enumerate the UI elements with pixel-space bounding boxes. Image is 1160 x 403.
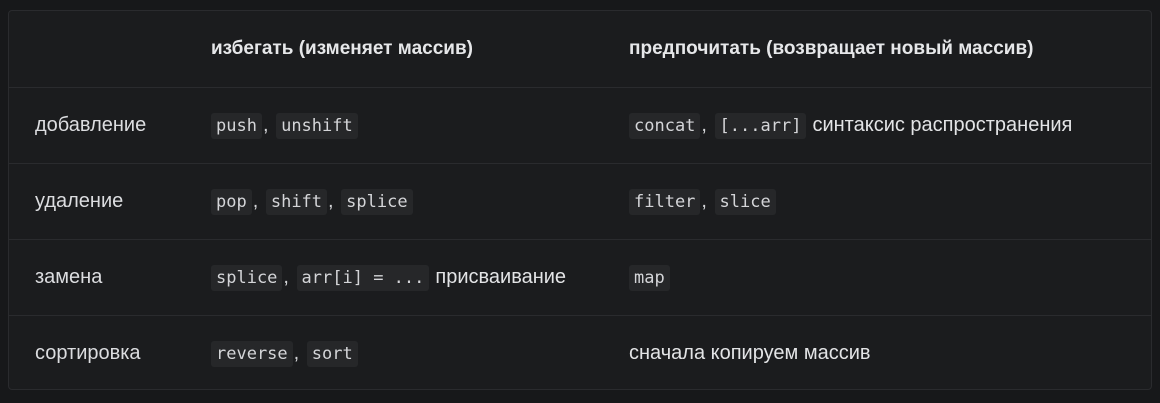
code-snippet: splice — [211, 264, 283, 291]
avoid-cell: push, unshift — [185, 87, 619, 164]
table-header-row: избегать (изменяет массив) предпочитать … — [9, 11, 1151, 88]
row-label: сортировка — [35, 341, 141, 364]
separator: , — [283, 265, 289, 288]
code-snippet: shift — [265, 188, 328, 215]
code-snippet: [...arr] — [714, 112, 807, 139]
prefer-cell: concat, [...arr] синтаксис распространени… — [619, 87, 1151, 164]
code-snippet: filter — [629, 188, 701, 215]
cell-text: синтаксис распространения — [812, 113, 1073, 136]
table-row: сортировка reverse, sort сначала копируе… — [9, 315, 1151, 389]
code-snippet: slice — [714, 188, 776, 215]
separator: , — [328, 189, 334, 212]
prefer-cell: map — [619, 239, 1151, 316]
avoid-cell: reverse, sort — [185, 315, 619, 389]
code-snippet: concat — [629, 112, 701, 139]
header-cell-avoid: избегать (изменяет массив) — [185, 11, 619, 88]
cell-text: присваивание — [435, 265, 567, 288]
separator: , — [701, 113, 707, 136]
array-methods-table: избегать (изменяет массив) предпочитать … — [8, 10, 1152, 390]
prefer-cell: filter, slice — [619, 163, 1151, 240]
table-row: добавление push, unshift concat, [...arr… — [9, 87, 1151, 164]
table-row: замена splice, arr[i] = ... присваивание … — [9, 239, 1151, 316]
separator: , — [293, 341, 300, 364]
comparison-table: избегать (изменяет массив) предпочитать … — [9, 11, 1151, 389]
code-snippet: splice — [341, 188, 413, 215]
header-cell-prefer: предпочитать (возвращает новый массив) — [619, 11, 1151, 88]
code-snippet: sort — [306, 340, 358, 367]
row-label: удаление — [9, 163, 185, 240]
avoid-cell: splice, arr[i] = ... присваивание — [185, 239, 619, 316]
header-cell-empty — [9, 11, 185, 88]
code-snippet: arr[i] = ... — [296, 264, 430, 291]
avoid-cell: pop, shift, splice — [185, 163, 619, 240]
code-snippet: push — [211, 112, 262, 139]
code-snippet: reverse — [211, 340, 293, 367]
cell-text: сначала копируем массив — [629, 341, 871, 364]
row-label: замена — [9, 239, 185, 316]
prefer-cell: сначала копируем массив — [619, 315, 1151, 389]
code-snippet: pop — [211, 188, 252, 215]
row-label: добавление — [9, 87, 185, 164]
separator: , — [252, 189, 259, 212]
table-row: удаление pop, shift, splice filter, slic… — [9, 163, 1151, 240]
code-snippet: map — [629, 264, 670, 291]
separator: , — [701, 189, 707, 212]
code-snippet: unshift — [276, 112, 358, 139]
separator: , — [262, 113, 269, 136]
